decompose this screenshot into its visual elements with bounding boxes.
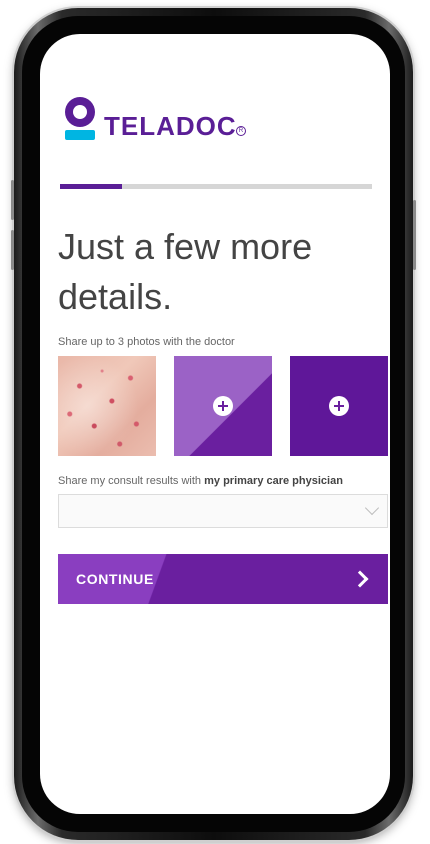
share-results-label: Share my consult results with my primary… <box>58 475 343 487</box>
phone-side-button <box>11 230 14 270</box>
page-title: Just a few more details. <box>58 226 313 317</box>
progress-bar <box>60 184 372 189</box>
continue-button[interactable]: CONTINUE <box>58 554 388 604</box>
chevron-right-icon <box>351 570 369 588</box>
plus-circle-icon <box>213 396 233 416</box>
add-photo-button[interactable] <box>174 356 272 456</box>
plus-circle-icon <box>329 396 349 416</box>
continue-button-label: CONTINUE <box>76 571 154 587</box>
teladoc-logo-icon <box>62 97 98 143</box>
photos-label: Share up to 3 photos with the doctor <box>58 336 235 348</box>
share-label-prefix: Share my consult results with <box>58 475 205 487</box>
app-screen: TELADOC R Just a few more details. Share… <box>40 34 390 814</box>
uploaded-photo[interactable] <box>58 356 156 456</box>
progress-fill <box>60 184 123 189</box>
phone-side-button <box>413 200 416 270</box>
physician-select[interactable] <box>58 494 388 528</box>
chevron-down-icon <box>364 500 380 516</box>
registered-mark-icon: R <box>236 126 246 136</box>
share-label-bold: my primary care physician <box>204 475 343 487</box>
add-photo-button[interactable] <box>290 356 388 456</box>
brand-name: TELADOC <box>104 111 237 141</box>
phone-side-button <box>11 180 14 220</box>
